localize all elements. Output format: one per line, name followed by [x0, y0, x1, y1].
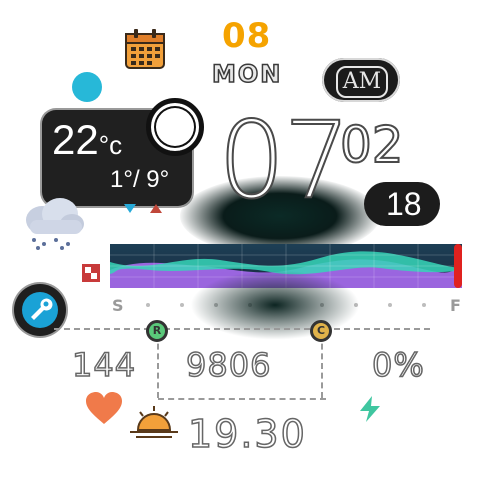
pixel-icon	[82, 264, 100, 282]
cloud-snow-icon	[26, 198, 84, 250]
settings-button-face	[22, 292, 58, 328]
status-dot	[72, 72, 102, 102]
sunset-time: 19.30	[187, 411, 307, 457]
wrench-icon	[31, 298, 53, 320]
weather-range: 1°/ 9°	[110, 166, 170, 193]
time-minutes: 02	[339, 116, 405, 174]
divider-line	[157, 334, 159, 398]
divider-line	[158, 398, 326, 400]
ring-icon	[146, 98, 204, 156]
sunset-icon	[130, 406, 178, 438]
time-hours: 07	[217, 99, 352, 222]
divider-line	[54, 328, 430, 330]
time-seconds: 18	[386, 186, 422, 222]
calendar-icon	[125, 29, 165, 69]
divider-line	[321, 334, 323, 398]
date-weekday: MON	[211, 59, 283, 89]
pin-marker: R	[146, 320, 168, 342]
heart-rate-value: 144	[71, 345, 137, 385]
lightning-icon	[360, 396, 380, 422]
weather-high: 9°	[146, 166, 170, 193]
weather-temp-value: 22	[52, 116, 99, 163]
weather-temp-unit: °c	[98, 130, 123, 160]
scale-end-label: F	[450, 296, 461, 315]
high-temp-arrow-icon	[150, 204, 162, 213]
weather-temperature: 22°c	[52, 116, 122, 164]
date-day: 08	[222, 16, 272, 56]
battery-value: 0%	[371, 345, 425, 385]
steps-value: 9806	[185, 345, 272, 385]
pin-marker: C	[310, 320, 332, 342]
low-temp-arrow-icon	[124, 204, 136, 213]
scale-dot	[388, 303, 392, 307]
scale-dot	[180, 303, 184, 307]
ampm-indicator: AM	[322, 58, 400, 102]
scale-start-label: S	[112, 296, 124, 315]
scale-dot	[422, 303, 426, 307]
heart-icon	[86, 392, 122, 424]
weather-low: 1°	[110, 166, 133, 193]
time-seconds-pill: 18	[364, 182, 440, 226]
ampm-label: AM	[336, 66, 388, 98]
scale-dot	[146, 303, 150, 307]
